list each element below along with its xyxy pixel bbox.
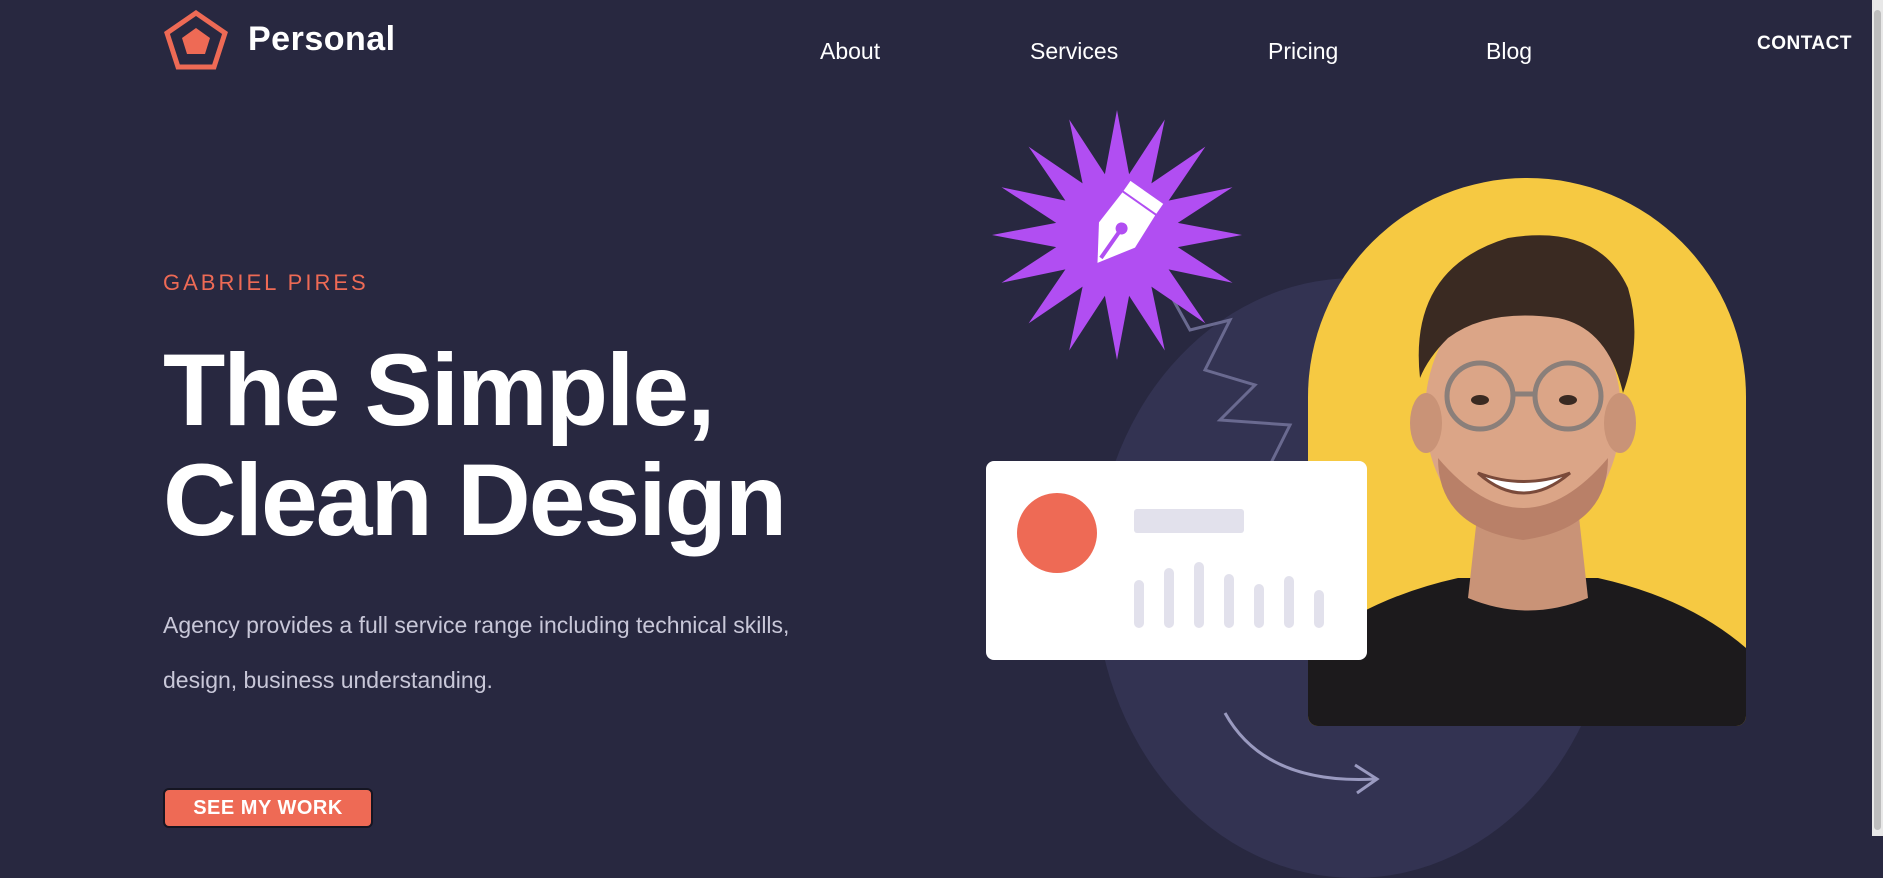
curved-arrow — [1223, 712, 1380, 795]
nav-about[interactable]: About — [820, 38, 880, 65]
page-scrollbar[interactable] — [1872, 0, 1883, 836]
see-my-work-button[interactable]: SEE MY WORK — [163, 788, 373, 828]
stats-card — [986, 461, 1367, 660]
card-bar — [1314, 590, 1324, 628]
hero-description: Agency provides a full service range inc… — [163, 612, 790, 693]
nav-pricing[interactable]: Pricing — [1268, 38, 1338, 65]
card-bar — [1164, 568, 1174, 628]
card-title-placeholder — [1134, 509, 1244, 533]
scrollbar-thumb[interactable] — [1874, 10, 1881, 830]
logo-icon[interactable] — [164, 10, 228, 70]
card-bar — [1224, 574, 1234, 628]
hero-headline: The Simple, Clean Design — [163, 335, 863, 555]
nav-blog[interactable]: Blog — [1486, 38, 1532, 65]
brand-name[interactable]: Personal — [248, 20, 396, 59]
card-bar — [1254, 584, 1264, 628]
starburst-badge — [992, 110, 1242, 360]
card-bar — [1134, 580, 1144, 628]
headline-line-2: Clean Design — [163, 443, 787, 557]
portrait-illustration — [1308, 235, 1746, 726]
card-bar — [1284, 576, 1294, 628]
nav-services[interactable]: Services — [1030, 38, 1118, 65]
hero-eyebrow: GABRIEL PIRES — [163, 270, 369, 295]
contact-link[interactable]: CONTACT — [1757, 33, 1852, 55]
card-avatar-dot — [1017, 493, 1097, 573]
portrait-photo — [1308, 178, 1746, 726]
headline-line-1: The Simple, — [163, 333, 715, 447]
card-bar — [1194, 562, 1204, 628]
